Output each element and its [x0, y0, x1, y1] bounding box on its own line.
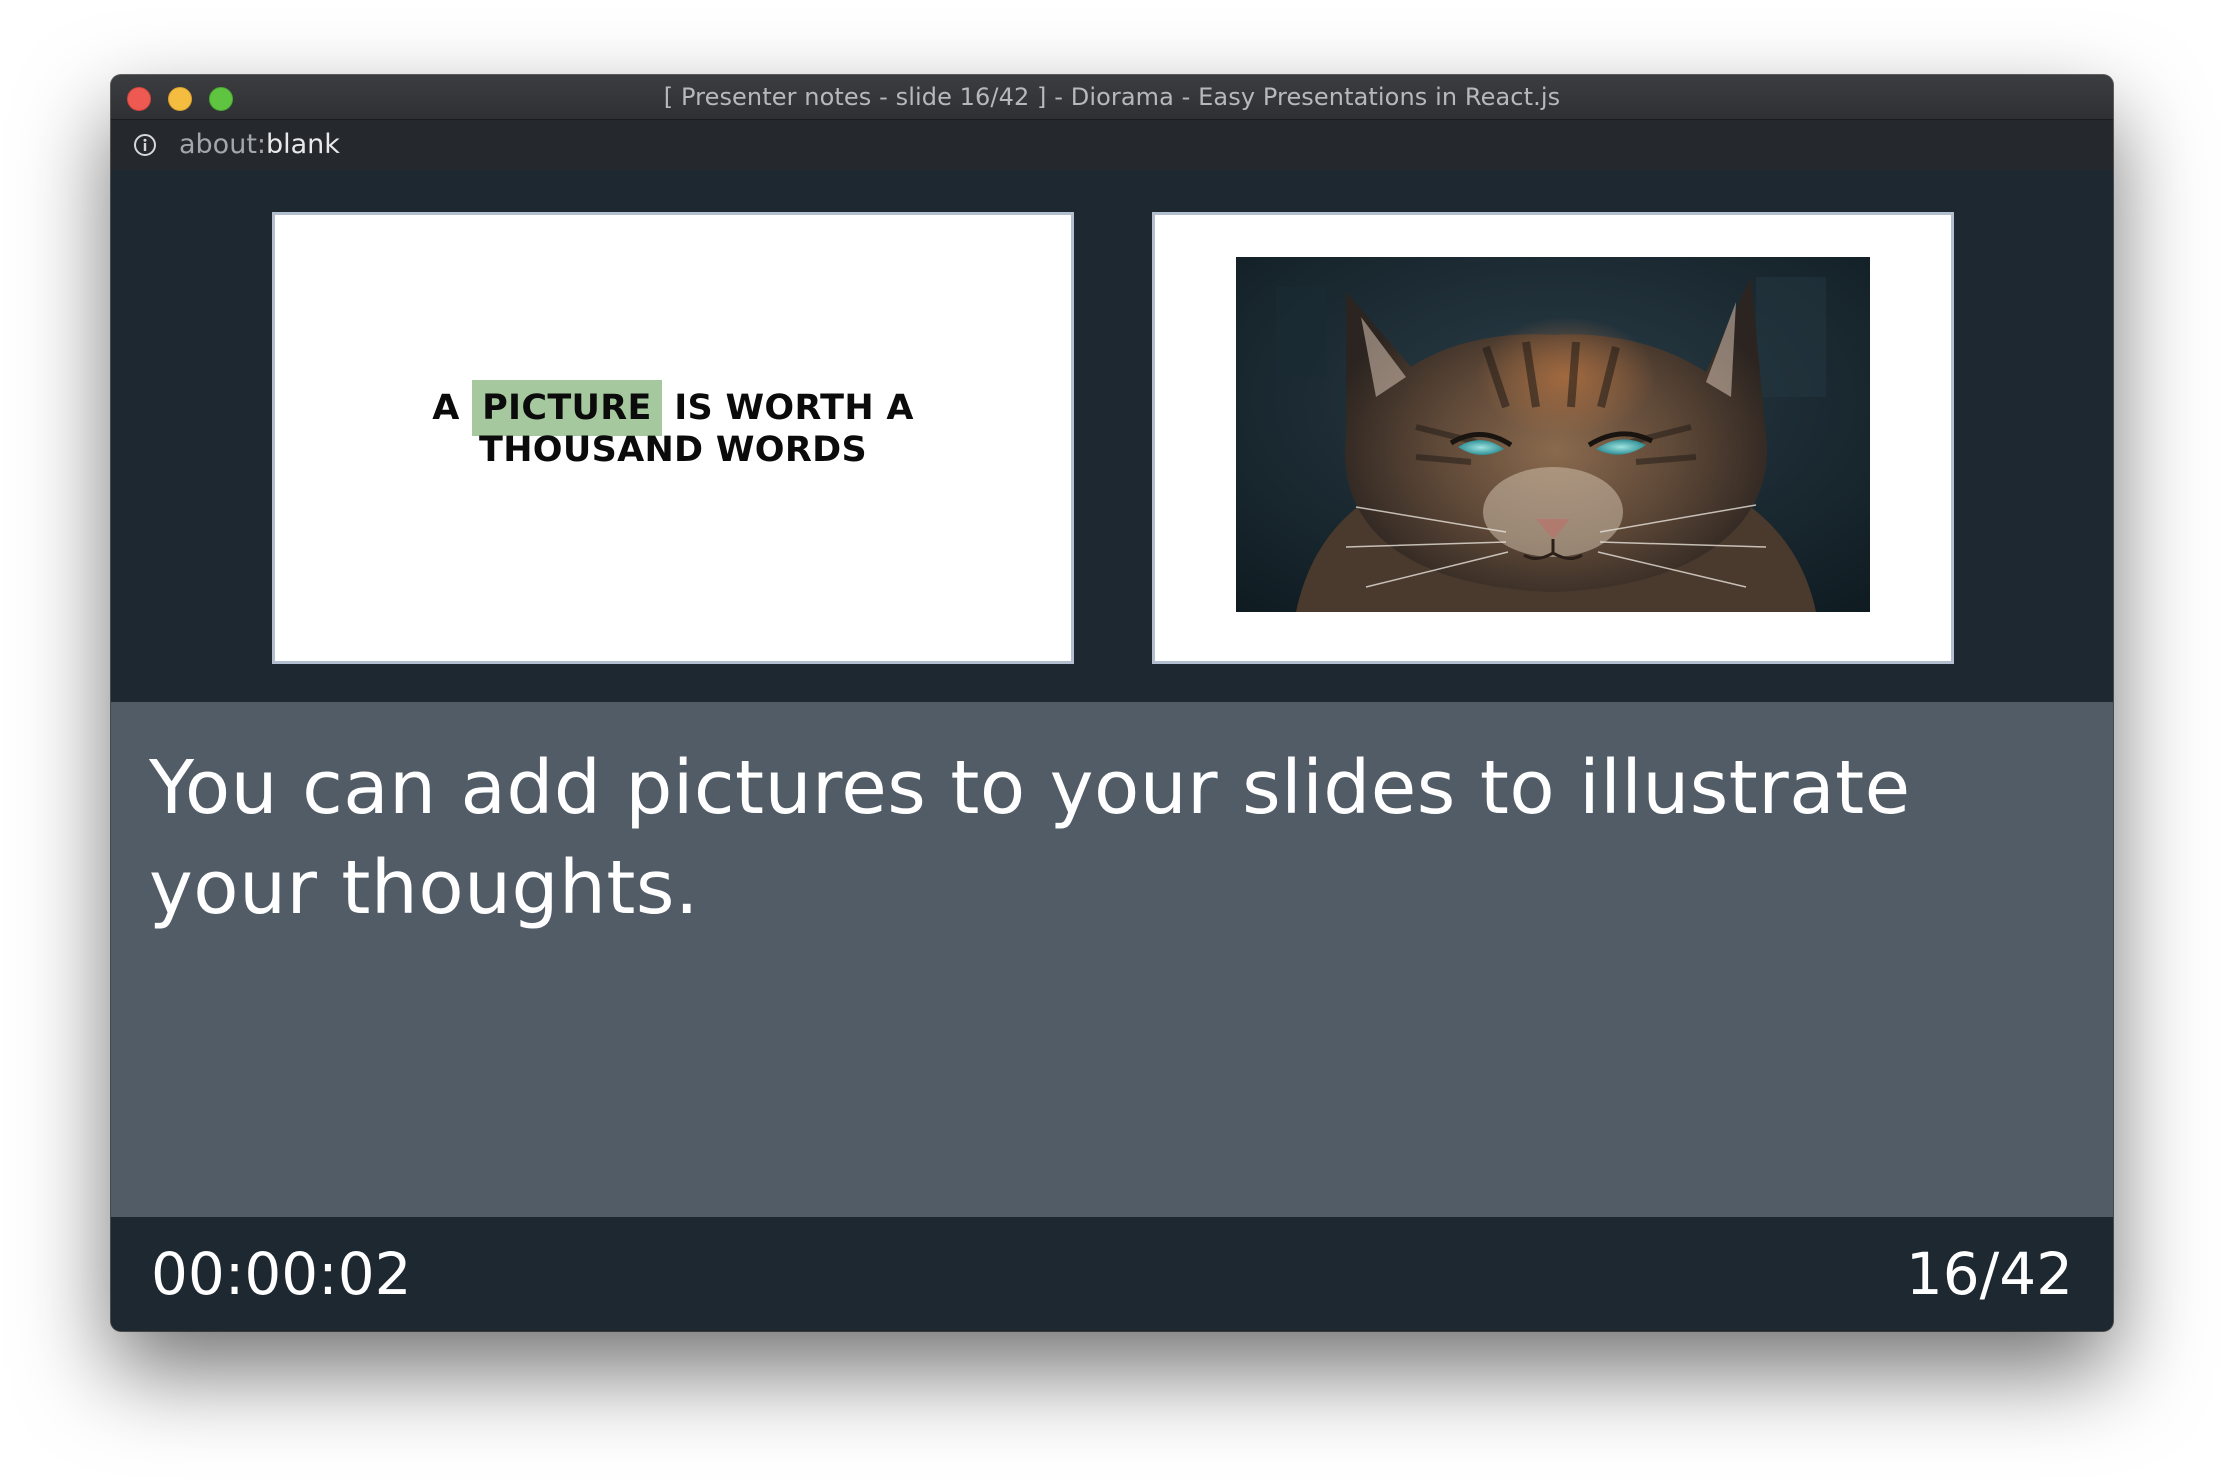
info-icon[interactable]: [133, 133, 157, 157]
current-slide-text: A PICTURE IS WORTH A THOUSAND WORDS: [275, 380, 1071, 471]
presenter-footer: 00:00:02 16/42: [111, 1217, 2113, 1331]
current-slide-line-2: THOUSAND WORDS: [479, 430, 867, 470]
slide-previews: A PICTURE IS WORTH A THOUSAND WORDS: [111, 170, 2113, 702]
url-scheme: about:: [179, 129, 266, 160]
presenter-notes: You can add pictures to your slides to i…: [111, 702, 2113, 1217]
slide-text-suffix: IS WORTH A: [661, 388, 914, 428]
current-slide-line-1: A PICTURE IS WORTH A: [275, 380, 1071, 436]
cat-image: [1236, 257, 1870, 612]
slide-counter: 16/42: [1905, 1240, 2073, 1308]
presenter-window: [ Presenter notes - slide 16/42 ] - Dior…: [111, 75, 2113, 1331]
next-slide-preview: [1152, 212, 1954, 664]
current-slide-preview: A PICTURE IS WORTH A THOUSAND WORDS: [272, 212, 1074, 664]
notes-text: You can add pictures to your slides to i…: [149, 745, 1911, 931]
title-bar[interactable]: [ Presenter notes - slide 16/42 ] - Dior…: [111, 75, 2113, 120]
slide-text-highlight: PICTURE: [472, 380, 662, 436]
url-path: blank: [266, 129, 340, 160]
address-bar[interactable]: about:blank: [111, 120, 2113, 170]
url-text[interactable]: about:blank: [179, 120, 340, 170]
slide-text-prefix: A: [432, 388, 473, 428]
cat-photo: [1236, 257, 1870, 612]
window-title: [ Presenter notes - slide 16/42 ] - Dior…: [663, 83, 1561, 111]
elapsed-timer: 00:00:02: [151, 1240, 412, 1308]
